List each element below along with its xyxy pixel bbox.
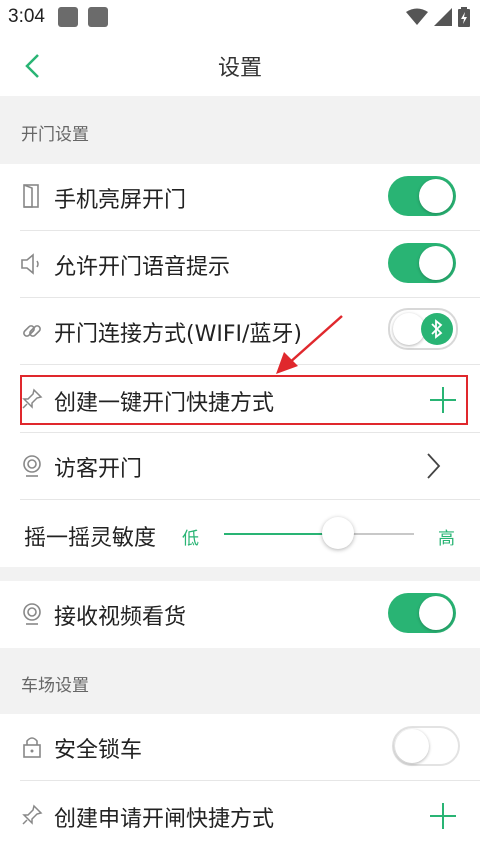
shake-sensitivity-slider[interactable] (224, 517, 414, 549)
slider-low-label: 低 (182, 529, 199, 549)
status-time: 3:04 (8, 6, 45, 27)
row-label: 允许开门语音提示 (54, 255, 231, 280)
section-header-door: 开门设置 (0, 96, 480, 164)
notification-icon (58, 7, 78, 27)
door-icon (20, 184, 44, 208)
slider-fill (224, 533, 338, 535)
signal-icon (434, 8, 452, 26)
pin-icon (20, 803, 44, 827)
lock-icon (20, 735, 44, 759)
lock-car-toggle[interactable] (392, 726, 460, 766)
wifi-icon (406, 8, 428, 25)
highlight-box (20, 375, 468, 425)
toggle-knob (419, 179, 453, 213)
slider-high-label: 高 (438, 529, 455, 549)
voice-prompt-toggle[interactable] (388, 243, 456, 283)
add-gate-shortcut-button[interactable] (428, 801, 458, 831)
camera-icon (20, 454, 44, 478)
page-title: 设置 (217, 56, 262, 81)
section-title-parking: 车场设置 (21, 676, 89, 696)
row-lock-car[interactable]: 安全锁车 (0, 714, 480, 781)
row-label: 安全锁车 (54, 738, 143, 763)
slider-label: 摇一摇灵敏度 (24, 526, 157, 551)
slider-thumb[interactable] (322, 517, 354, 549)
row-voice-prompt[interactable]: 允许开门语音提示 (0, 231, 480, 298)
camera-icon (20, 602, 44, 626)
status-icons (406, 6, 470, 28)
row-connection-mode[interactable]: 开门连接方式(WIFI/蓝牙) (0, 298, 480, 365)
row-visitor[interactable]: 访客开门 (0, 433, 480, 500)
visitor-chevron[interactable] (424, 451, 444, 481)
row-gate-shortcut[interactable]: 创建申请开闸快捷方式 (0, 781, 480, 854)
row-label: 接收视频看货 (54, 605, 187, 630)
toggle-knob (419, 596, 453, 630)
row-video[interactable]: 接收视频看货 (0, 581, 480, 648)
section-title-door: 开门设置 (21, 125, 89, 145)
row-label: 手机亮屏开门 (54, 188, 187, 213)
row-shake-sensitivity: 摇一摇灵敏度 低 高 (0, 500, 480, 567)
row-screen-open[interactable]: 手机亮屏开门 (0, 164, 480, 231)
toggle-knob (419, 246, 453, 280)
screen-open-toggle[interactable] (388, 176, 456, 216)
row-label: 访客开门 (54, 457, 143, 482)
bluetooth-icon (421, 313, 453, 345)
connection-mode-toggle[interactable] (388, 308, 458, 350)
speaker-icon (20, 252, 44, 276)
chevron-right-icon (427, 453, 441, 479)
battery-icon (458, 7, 470, 27)
row-label: 创建申请开闸快捷方式 (54, 807, 275, 832)
section-header-parking: 车场设置 (0, 648, 480, 714)
notification-icon (88, 7, 108, 27)
link-icon (20, 319, 44, 343)
section-spacer (0, 567, 480, 581)
app-header: 设置 (0, 34, 480, 96)
annotation-arrow (276, 315, 343, 374)
row-label: 开门连接方式(WIFI/蓝牙) (54, 322, 302, 347)
video-toggle[interactable] (388, 593, 456, 633)
status-bar: 3:04 (0, 0, 480, 34)
toggle-knob (395, 729, 429, 763)
plus-icon (430, 803, 456, 829)
